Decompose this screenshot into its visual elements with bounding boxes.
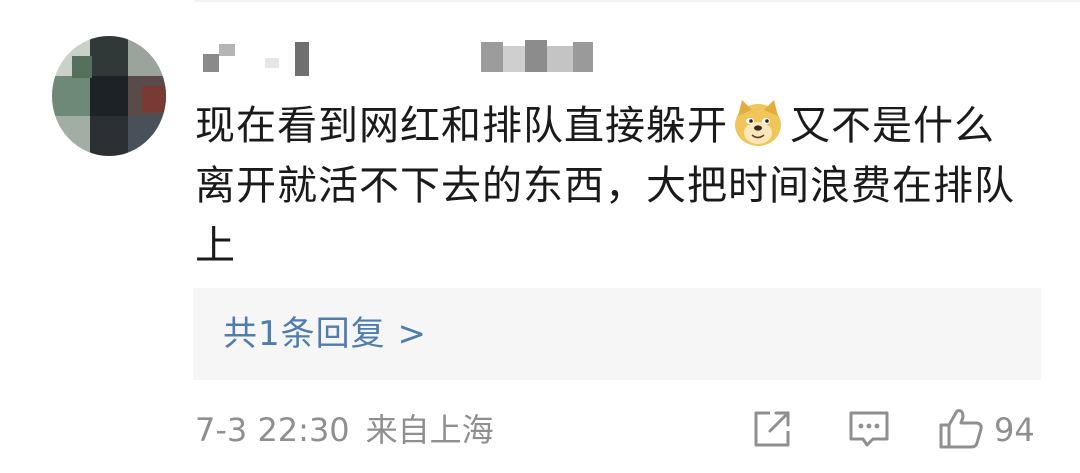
like-count: 94 xyxy=(994,411,1035,449)
comment-line-3: 上 xyxy=(195,223,236,269)
comment-time: 7-3 22:30 xyxy=(195,411,350,449)
comment-line-2: 离开就活不下去的东西，大把时间浪费在排队 xyxy=(195,163,1015,209)
doge-icon xyxy=(735,100,781,146)
avatar[interactable] xyxy=(52,36,166,156)
view-replies-link[interactable]: 共1条回复 > xyxy=(223,308,427,360)
share-icon[interactable] xyxy=(748,405,796,453)
comment-line-1a: 现在看到网红和排队直接躲开 xyxy=(195,103,728,149)
reply-box: 共1条回复 > xyxy=(193,288,1041,380)
thumbs-up-icon[interactable] xyxy=(937,405,985,453)
comment-text: 现在看到网红和排队直接躲开 又不是什么 离开就活不下去的东西，大把时间浪费在排队… xyxy=(195,96,1055,276)
top-divider xyxy=(195,0,1080,2)
comment-source: 来自上海 xyxy=(365,411,494,449)
username-blurred[interactable] xyxy=(195,36,615,80)
comment-meta: 7-3 22:30 来自上海 xyxy=(195,404,494,456)
comment-line-1b: 又不是什么 xyxy=(790,103,995,149)
comment-icon[interactable] xyxy=(845,405,893,453)
